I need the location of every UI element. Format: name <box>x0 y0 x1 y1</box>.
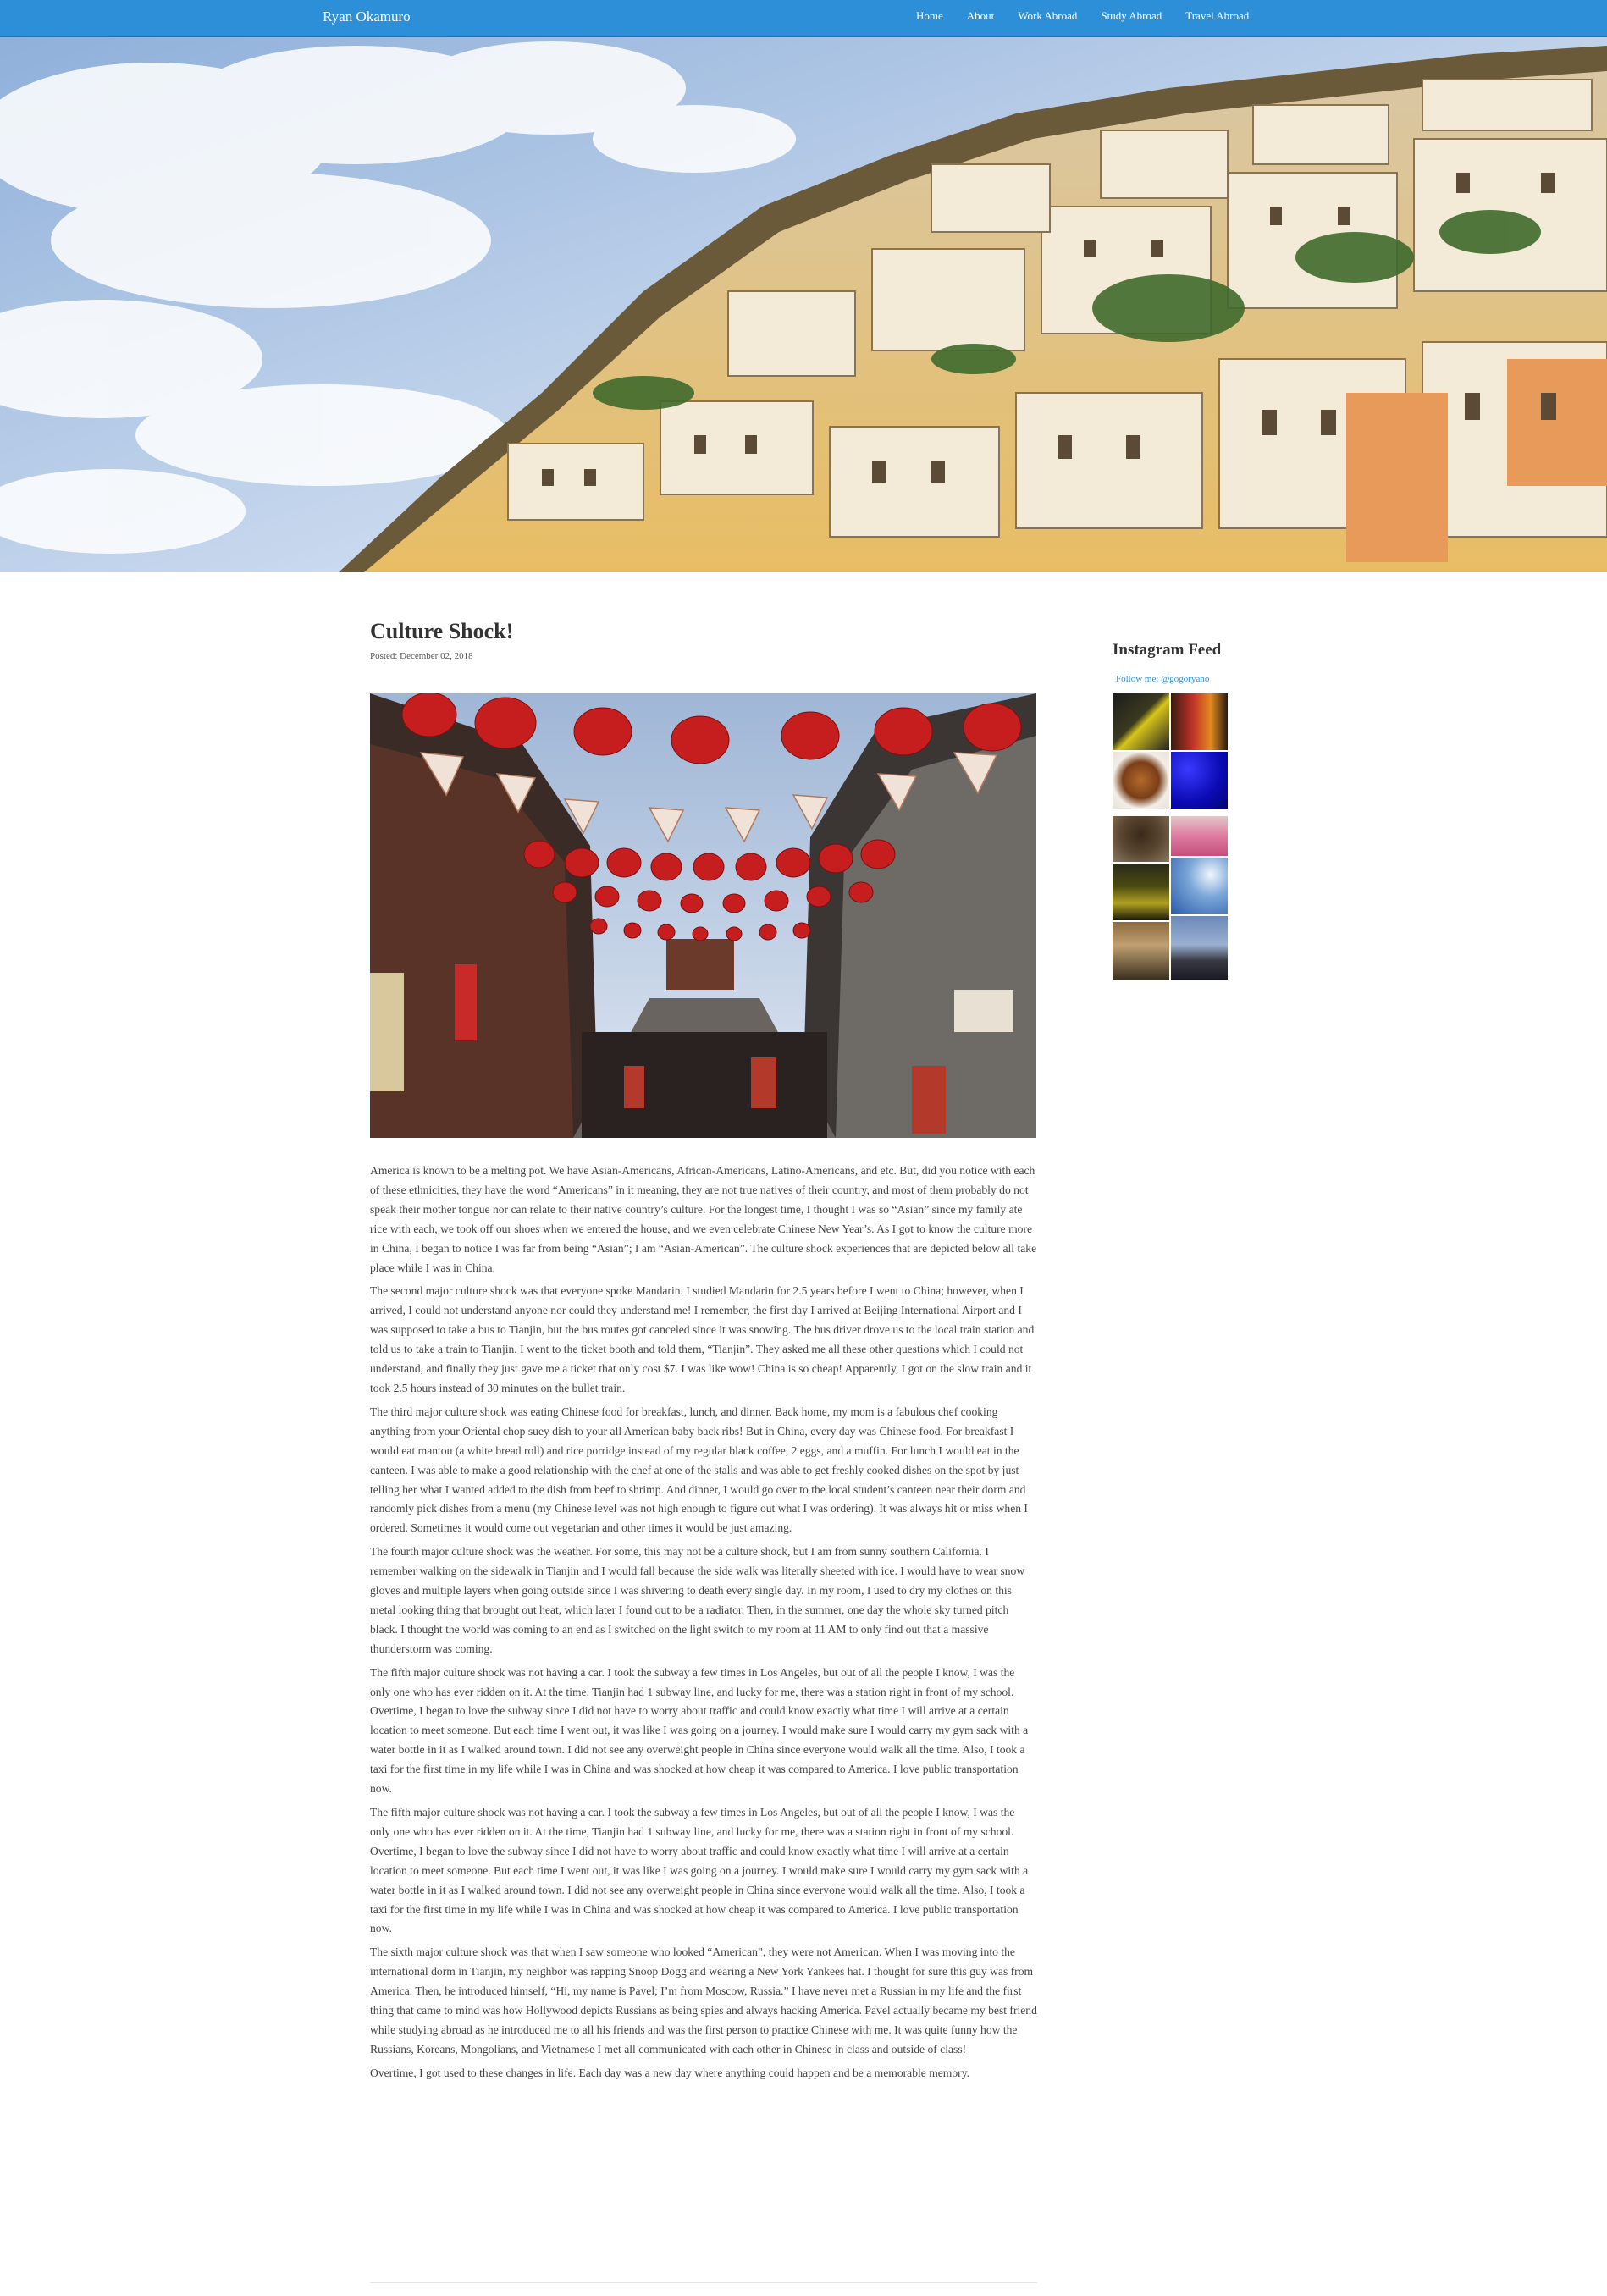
nav-link-travel-abroad[interactable]: Travel Abroad <box>1173 8 1261 24</box>
posted-label: Posted: <box>370 651 398 661</box>
nav-links: Home About Work Abroad Study Abroad Trav… <box>904 8 1261 24</box>
instagram-photo[interactable] <box>1171 816 1228 856</box>
nav-link-home[interactable]: Home <box>904 8 955 24</box>
post-paragraph: The fifth major culture shock was not ha… <box>370 1665 1029 1796</box>
instagram-photo[interactable] <box>1113 864 1169 920</box>
instagram-photo[interactable] <box>1113 693 1169 750</box>
instagram-grid <box>1113 693 1228 980</box>
post-image-lantern-street <box>370 693 1036 1138</box>
post-divider <box>370 2282 1037 2283</box>
instagram-feed-title: Instagram Feed <box>1113 641 1222 659</box>
instagram-photo[interactable] <box>1113 816 1169 862</box>
nav-link-study-abroad[interactable]: Study Abroad <box>1089 8 1173 24</box>
post-paragraph: The second major culture shock was that … <box>370 1284 1035 1394</box>
post-paragraph: The sixth major culture shock was that w… <box>370 1946 1037 2056</box>
posted-date: December 02, 2018 <box>400 651 473 661</box>
instagram-photo[interactable] <box>1171 752 1228 809</box>
instagram-photo[interactable] <box>1171 693 1228 750</box>
nav-link-work-abroad[interactable]: Work Abroad <box>1006 8 1089 24</box>
instagram-photo[interactable] <box>1113 752 1169 809</box>
nav-link-about[interactable]: About <box>955 8 1007 24</box>
top-navbar: Ryan Okamuro Home About Work Abroad Stud… <box>0 0 1607 37</box>
brand-link[interactable]: Ryan Okamuro <box>323 8 411 26</box>
post-paragraph: The fourth major culture shock was the w… <box>370 1545 1025 1655</box>
instagram-photo[interactable] <box>1113 922 1169 980</box>
post-paragraph: The third major culture shock was eating… <box>370 1405 1028 1535</box>
post-paragraph: The fifth major culture shock was not ha… <box>370 1806 1029 1935</box>
instagram-photo[interactable] <box>1171 916 1228 980</box>
post-paragraph: Overtime, I got used to these changes in… <box>370 2066 970 2079</box>
hero-image <box>0 37 1607 572</box>
instagram-photo[interactable] <box>1171 858 1228 914</box>
post-body: America is known to be a melting pot. We… <box>370 1162 1037 2088</box>
post-paragraph: America is known to be a melting pot. We… <box>370 1164 1037 1274</box>
post-meta: Posted: December 02, 2018 <box>370 650 473 662</box>
post-title: Culture Shock! <box>370 619 514 643</box>
instagram-follow-link[interactable]: Follow me: @gogoryano <box>1116 673 1209 685</box>
